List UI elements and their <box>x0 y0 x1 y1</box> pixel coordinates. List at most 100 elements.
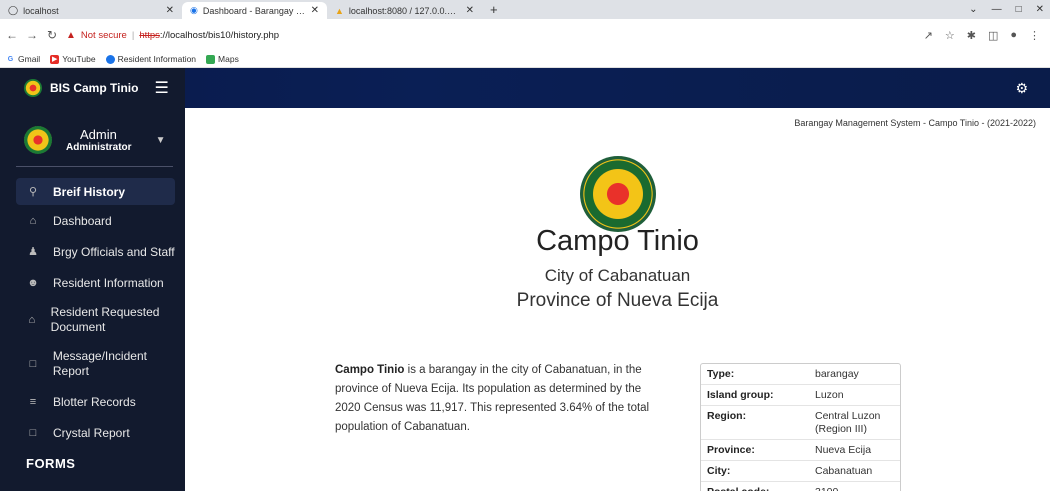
gear-icon[interactable]: ⚙ <box>1015 80 1028 97</box>
close-window-icon[interactable]: ✕ <box>1036 4 1044 15</box>
star-icon[interactable]: ☆ <box>945 29 955 42</box>
history-description: Campo Tinio is a barangay in the city of… <box>335 361 665 437</box>
url-separator: | <box>131 29 135 41</box>
sidebar-item-label: Breif History <box>53 184 126 199</box>
back-icon[interactable]: ← <box>6 28 18 42</box>
sidebar-item-dashboard[interactable]: ⌂ Dashboard <box>0 205 185 236</box>
browser-tab[interactable]: ◯ localhost ✕ <box>0 2 182 19</box>
province-subtitle: Province of Nueva Ecija <box>516 290 719 311</box>
menu-dots-icon[interactable]: ⋮ <box>1029 29 1040 42</box>
bookmarks-bar: G Gmail ▶ YouTube Resident Information Map… <box>0 51 1050 68</box>
table-row: Island group: Luzon <box>701 384 900 406</box>
sidebar-item-label: Resident Information <box>53 275 164 290</box>
sidebar-item-incident-report[interactable]: □ Message/Incident Report <box>0 342 185 386</box>
sidebar-item-label: Message/Incident Report <box>52 349 147 378</box>
bookmark-maps[interactable]: Maps <box>206 54 239 64</box>
users-icon: ♟ <box>28 246 38 258</box>
info-key: Type: <box>701 364 809 385</box>
avatar <box>24 126 52 154</box>
info-value: Nueva Ecija <box>809 439 900 461</box>
bookmark-youtube[interactable]: ▶ YouTube <box>50 54 96 64</box>
info-key: Province: <box>701 439 809 461</box>
sidebar-item-label: Crystal Report <box>53 425 130 440</box>
info-key: Region: <box>701 405 809 440</box>
profile-icon[interactable]: ● <box>1010 29 1017 42</box>
close-icon[interactable]: ✕ <box>466 5 474 16</box>
site-icon <box>105 54 115 64</box>
sidebar-item-brief-history[interactable]: ⚲ Breif History <box>16 178 175 205</box>
forms-heading: FORMS <box>26 456 76 471</box>
barangay-seal <box>580 156 656 232</box>
desc-bold: Campo Tinio <box>335 364 405 376</box>
sidebar-item-requested-document[interactable]: ⌂ Resident Requested Document <box>0 298 185 342</box>
chevron-down-icon[interactable]: ⌄ <box>969 4 977 15</box>
user-info: Admin Administrator <box>66 127 132 153</box>
url-field[interactable]: ▲ Not secure | https://localhost/bis10/h… <box>66 30 279 41</box>
browser-tab[interactable]: ▲ localhost:8080 / 127.0.0.1 / web ✕ <box>327 2 482 19</box>
sidebar-item-officials[interactable]: ♟ Brgy Officials and Staff <box>0 236 185 267</box>
sidepanel-icon[interactable]: ◫ <box>988 29 998 42</box>
info-box: Type: barangay Island group: Luzon Region:… <box>700 363 901 491</box>
tab-label: Dashboard - Barangay Managem <box>202 5 306 16</box>
signpost-icon: ⚲ <box>28 186 38 198</box>
sidebar-item-label: Resident Requested Document <box>50 305 160 334</box>
youtube-icon: ▶ <box>50 54 60 64</box>
bookmark-label: Gmail <box>18 54 41 64</box>
layers-icon: ≡ <box>29 395 37 408</box>
reload-icon[interactable]: ↻ <box>46 28 58 42</box>
city-subtitle: City of Cabanatuan <box>544 266 691 285</box>
tab-label: localhost <box>23 5 59 16</box>
home-icon: ⌂ <box>28 313 36 326</box>
browser-tab-strip: ◯ localhost ✕ ◉ Dashboard - Barangay Man… <box>0 0 1050 19</box>
file-icon: □ <box>29 357 37 370</box>
sidebar-item-crystal-report[interactable]: □ Crystal Report <box>0 417 185 448</box>
close-icon[interactable]: ✕ <box>311 5 319 16</box>
security-status: Not secure <box>80 29 127 41</box>
system-title: Barangay Management System - Campo Tinio… <box>794 118 1036 128</box>
tab-label: localhost:8080 / 127.0.0.1 / web <box>348 5 461 16</box>
bookmark-gmail[interactable]: G Gmail <box>6 54 40 64</box>
table-row: City: Cabanatuan <box>701 460 900 482</box>
page-title: Campo Tinio <box>536 225 699 257</box>
site-icon: ◉ <box>190 5 198 15</box>
chevron-down-icon[interactable]: ▼ <box>156 135 166 146</box>
maps-icon <box>206 54 216 64</box>
bookmark-resident-information[interactable]: Resident Information <box>105 54 196 64</box>
table-row: Type: barangay <box>701 364 900 385</box>
info-value: 3100 <box>809 481 900 491</box>
info-value: Luzon <box>809 384 900 406</box>
user-name: Admin <box>80 127 117 142</box>
info-key: City: <box>701 460 809 482</box>
info-table: Type: barangay Island group: Luzon Region:… <box>701 364 900 491</box>
bookmark-label: Maps <box>218 54 239 64</box>
minimize-icon[interactable]: — <box>992 4 1002 15</box>
user-panel[interactable]: Admin Administrator ▼ <box>0 108 185 162</box>
sidebar-item-resident-information[interactable]: ☻ Resident Information <box>0 267 185 298</box>
info-value: Central Luzon (Region III) <box>809 405 900 440</box>
sidebar-item-label: Blotter Records <box>53 394 136 409</box>
info-key: Island group: <box>701 384 809 406</box>
new-tab-button[interactable]: + <box>482 2 506 19</box>
brand-name: BIS Camp Tinio <box>50 81 139 95</box>
app-topbar: BIS Camp Tinio ☰ ⚙ <box>0 68 1050 108</box>
window-controls: ⌄ — □ ✕ <box>969 0 1050 19</box>
sidebar-item-blotter-records[interactable]: ≡ Blotter Records <box>0 386 185 417</box>
info-value: barangay <box>809 364 900 385</box>
info-key: Postal code: <box>701 481 809 491</box>
browser-tab-active[interactable]: ◉ Dashboard - Barangay Managem ✕ <box>182 2 327 19</box>
share-icon[interactable]: ↗ <box>924 29 933 42</box>
url-protocol: https <box>139 29 160 41</box>
maximize-icon[interactable]: □ <box>1016 4 1022 15</box>
sidebar: Admin Administrator ▼ ⚲ Breif History ⌂ … <box>0 108 185 491</box>
google-icon: G <box>7 55 14 63</box>
home-icon: ⌂ <box>29 214 37 227</box>
phpmyadmin-icon: ▲ <box>335 5 344 16</box>
address-bar: ← → ↻ ▲ Not secure | https://localhost/b… <box>0 19 1050 51</box>
sidebar-menu: ⚲ Breif History ⌂ Dashboard ♟ Brgy Offic… <box>0 167 185 448</box>
close-icon[interactable]: ✕ <box>166 5 174 16</box>
extensions-icon[interactable]: ✱ <box>967 29 976 42</box>
hamburger-menu-icon[interactable]: ☰ <box>154 78 168 98</box>
main-content: Barangay Management System - Campo Tinio… <box>185 108 1050 491</box>
forward-icon[interactable]: → <box>26 28 38 42</box>
browser-actions: ↗ ☆ ✱ ◫ ● ⋮ <box>924 29 1044 42</box>
